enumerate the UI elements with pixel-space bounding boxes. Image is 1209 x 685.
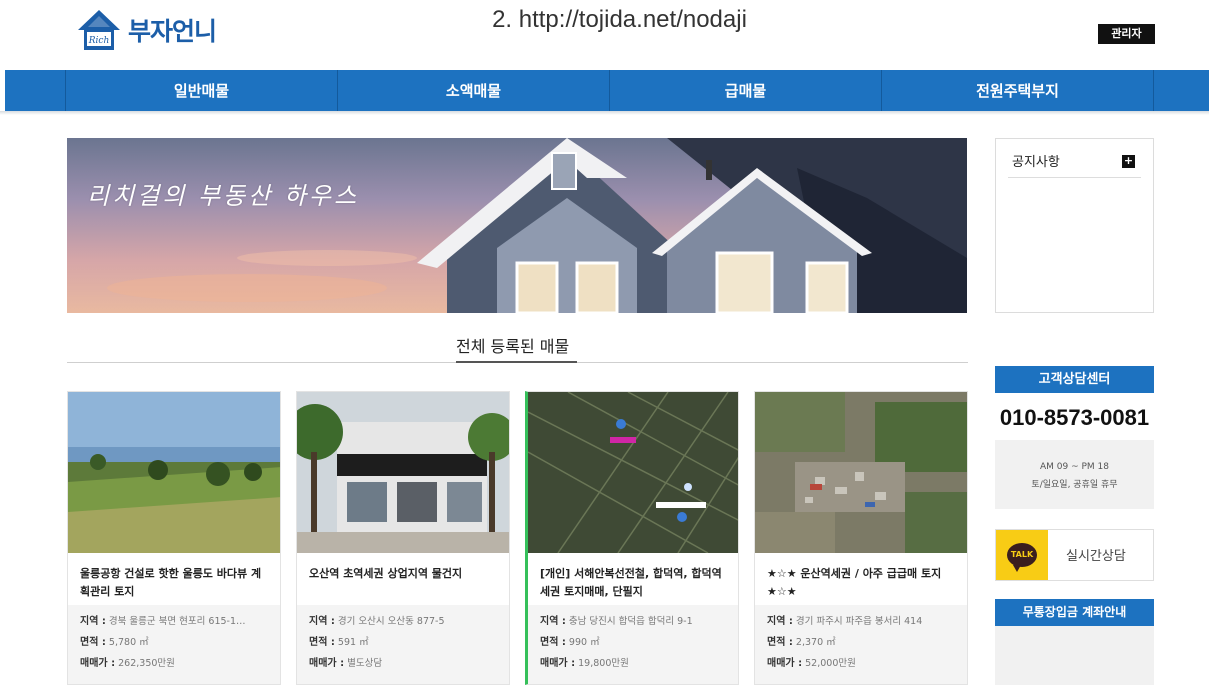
customer-phone: 010-8573-0081 xyxy=(999,405,1150,430)
listing-region: 지역 : 충남 당진시 합덕읍 합덕리 9-1 xyxy=(540,616,693,627)
listing-photo-hapdeok-map[interactable] xyxy=(528,392,738,553)
section-title: 전체 등록된 매물 xyxy=(456,337,570,356)
kakao-chat-label: 실시간상담 xyxy=(1066,549,1126,564)
listing-area: 면적 : 990 ㎡ xyxy=(540,637,600,648)
kakao-badge: TALK xyxy=(1007,543,1037,572)
listing-title[interactable]: 오산역 초역세권 상업지역 물건지 xyxy=(297,553,509,605)
plus-icon[interactable]: + xyxy=(1122,155,1135,168)
business-hours-line-1: AM 09 ~ PM 18 xyxy=(1039,462,1109,472)
listing-photo-osan[interactable] xyxy=(297,392,509,553)
nav-shadow xyxy=(0,111,1209,115)
kakao-talk-icon: TALK xyxy=(996,530,1048,580)
listing-title[interactable]: ★☆★ 운산역세권 / 아주 급급매 토지 ★☆★ xyxy=(755,553,967,605)
notice-panel: 공지사항 + xyxy=(995,138,1154,313)
section-title-underline xyxy=(456,361,577,363)
listing-price: 매매가 : 19,800만원 xyxy=(540,658,629,669)
listing-price: 매매가 : 52,000만원 xyxy=(767,658,856,669)
listing-photo-ulleung[interactable] xyxy=(68,392,280,553)
listing-info: 지역 : 충남 당진시 합덕읍 합덕리 9-1 면적 : 990 ㎡ 매매가 :… xyxy=(528,605,738,684)
listing-price: 매매가 : 별도상담 xyxy=(309,658,383,669)
listing-title[interactable]: 울릉공항 건설로 핫한 울릉도 바다뷰 계획관리 토지 xyxy=(68,553,280,605)
url-caption: 2. http://tojida.net/nodaji xyxy=(492,6,747,33)
listing-region: 지역 : 경북 울릉군 북면 현포리 615-1… xyxy=(80,616,246,627)
house-illustration xyxy=(107,138,967,313)
listing-region: 지역 : 경기 파주시 파주읍 봉서리 414 xyxy=(767,616,923,627)
customer-center-title: 고객상담센터 xyxy=(995,366,1154,393)
nav-item-country-house[interactable]: 전원주택부지 xyxy=(882,70,1154,111)
notice-title[interactable]: 공지사항 xyxy=(1012,151,1060,170)
listing-region: 지역 : 경기 오산시 오산동 877-5 xyxy=(309,616,445,627)
logo-badge-text: Rich xyxy=(88,36,110,46)
listing-photo-unsan-aerial[interactable] xyxy=(755,392,967,553)
listing-area: 면적 : 2,370 ㎡ xyxy=(767,637,836,648)
listing-info: 지역 : 경기 오산시 오산동 877-5 면적 : 591 ㎡ 매매가 : 별… xyxy=(297,605,509,684)
listing-card[interactable]: ★☆★ 운산역세권 / 아주 급급매 토지 ★☆★ 지역 : 경기 파주시 파주… xyxy=(754,391,968,685)
bank-account-title: 무통장입금 계좌안내 xyxy=(995,599,1154,626)
listing-area: 면적 : 5,780 ㎡ xyxy=(80,637,149,648)
listing-card[interactable]: 오산역 초역세권 상업지역 물건지 지역 : 경기 오산시 오산동 877-5 … xyxy=(296,391,510,685)
listing-info: 지역 : 경북 울릉군 북면 현포리 615-1… 면적 : 5,780 ㎡ 매… xyxy=(68,605,280,684)
admin-button[interactable]: 관리자 xyxy=(1098,24,1155,44)
main-nav: 일반매물 소액매물 급매물 전원주택부지 xyxy=(5,70,1209,111)
business-hours: AM 09 ~ PM 18 토/일요일, 공휴일 휴무 xyxy=(995,440,1154,509)
bank-account-box xyxy=(995,626,1154,685)
listing-area: 면적 : 591 ㎡ xyxy=(309,637,369,648)
nav-item-small[interactable]: 소액매물 xyxy=(338,70,610,111)
listing-card[interactable]: 울릉공항 건설로 핫한 울릉도 바다뷰 계획관리 토지 지역 : 경북 울릉군 … xyxy=(67,391,281,685)
kakao-chat-button[interactable]: TALK 실시간상담 xyxy=(995,529,1154,581)
listing-card[interactable]: [개인] 서해안복선전철, 합덕역, 합덕역세권 토지매매, 단필지 지역 : … xyxy=(525,391,739,685)
listing-title[interactable]: [개인] 서해안복선전철, 합덕역, 합덕역세권 토지매매, 단필지 xyxy=(528,553,738,605)
business-hours-line-2: 토/일요일, 공휴일 휴무 xyxy=(1031,480,1118,490)
banner-text: 리치걸의 부동산 하우스 xyxy=(87,182,360,210)
nav-item-general[interactable]: 일반매물 xyxy=(66,70,338,111)
listing-info: 지역 : 경기 파주시 파주읍 봉서리 414 면적 : 2,370 ㎡ 매매가… xyxy=(755,605,967,684)
notice-divider xyxy=(1008,177,1141,178)
listing-price: 매매가 : 262,350만원 xyxy=(80,658,175,669)
nav-item-urgent[interactable]: 급매물 xyxy=(610,70,882,111)
main-banner: 리치걸의 부동산 하우스 xyxy=(67,138,967,313)
nav-spacer xyxy=(5,70,66,111)
